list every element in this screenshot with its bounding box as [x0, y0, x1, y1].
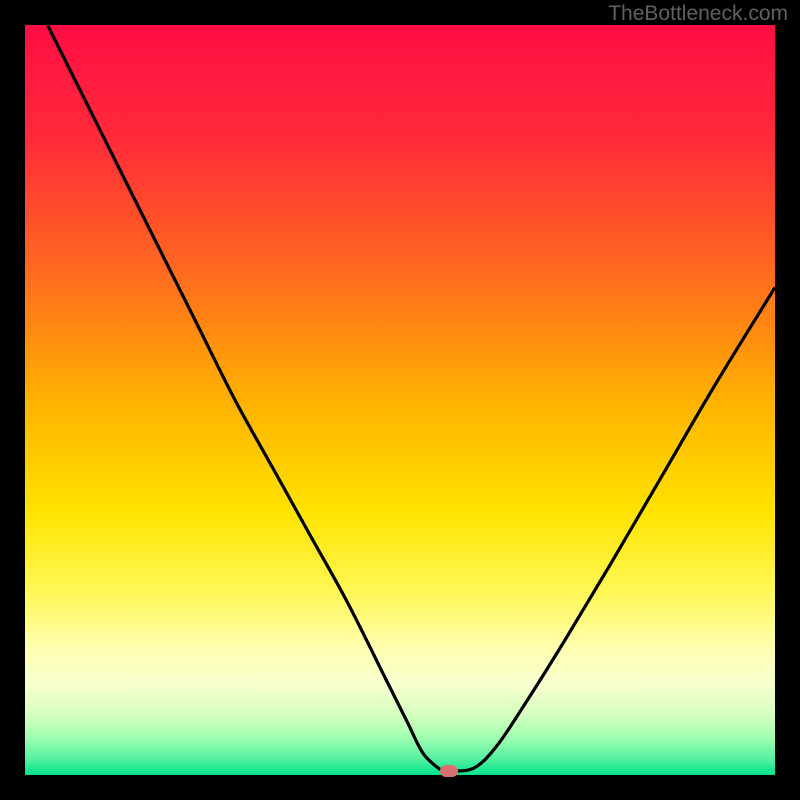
- watermark-text: TheBottleneck.com: [608, 2, 788, 26]
- optimal-marker: [440, 765, 458, 777]
- bottleneck-curve: [25, 25, 775, 775]
- chart-area: [25, 25, 775, 775]
